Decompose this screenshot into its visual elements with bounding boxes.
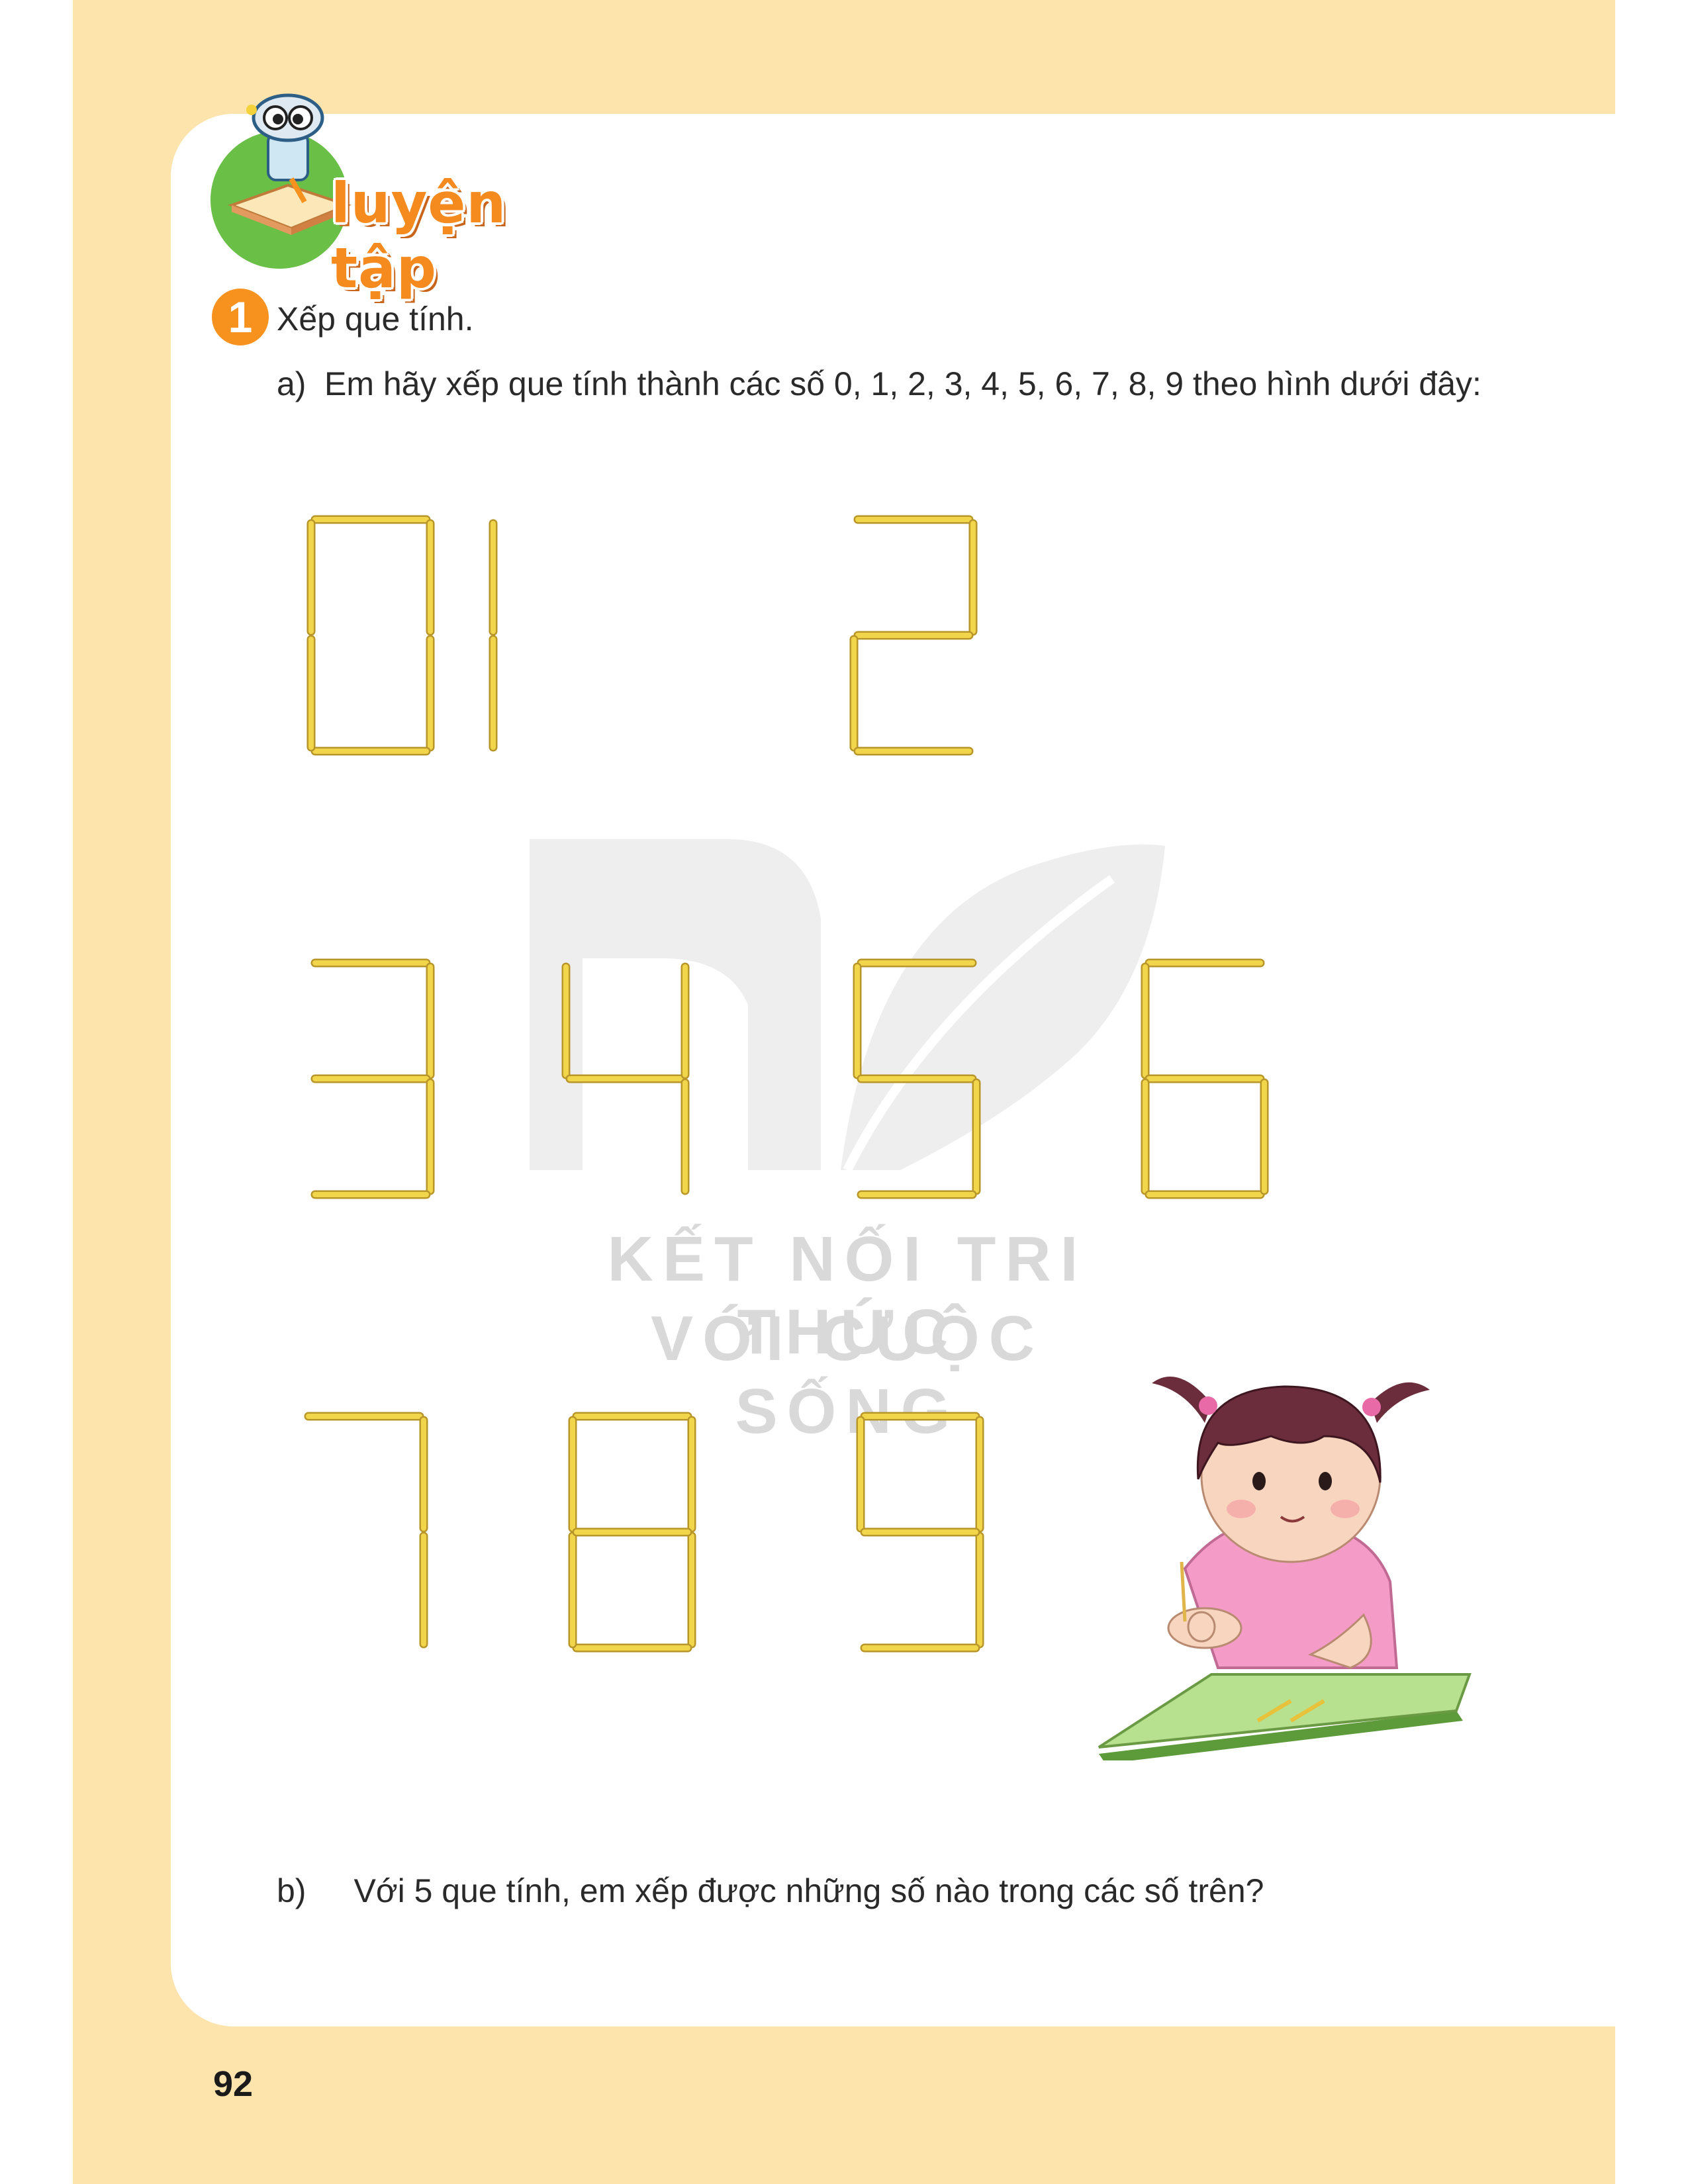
matchstick-digit-2 — [849, 515, 978, 756]
matchstick-digit-0 — [306, 515, 435, 756]
part-b-letter: b) — [277, 1872, 306, 1909]
matchstick-digit-4 — [561, 962, 690, 1195]
matchstick-digit-3 — [310, 958, 435, 1199]
part-b: b) Với 5 que tính, em xếp được những số n… — [277, 1872, 1495, 1910]
matchstick-digit-8 — [568, 1412, 696, 1653]
page-number: 92 — [213, 2064, 254, 2104]
matchstick-digit-5 — [853, 958, 981, 1199]
matchstick-digit-6 — [1141, 958, 1269, 1199]
matchstick-digits — [304, 515, 1269, 1653]
part-b-text: Với 5 que tính, em xếp được những số nào… — [353, 1872, 1264, 1909]
matchstick-digit-9 — [856, 1412, 984, 1653]
girl-illustration — [1098, 1377, 1472, 1760]
matchstick-digit-7 — [304, 1412, 428, 1649]
